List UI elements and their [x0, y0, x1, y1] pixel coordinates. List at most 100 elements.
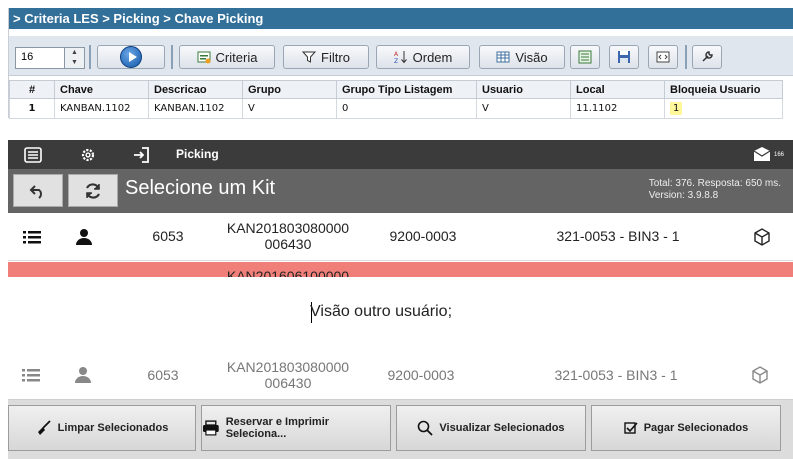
pay-selected-button[interactable]: Pagar Selecionados: [591, 405, 781, 451]
checkbox-icon: [624, 422, 638, 434]
sort-az-icon: AZ: [394, 51, 407, 64]
printer-icon: [202, 420, 219, 436]
toolbar-divider: [171, 45, 173, 69]
column-header[interactable]: Local: [570, 80, 665, 99]
user-icon[interactable]: [76, 228, 92, 245]
kit-code-line2: 006430: [264, 236, 312, 252]
list-icon[interactable]: [22, 367, 40, 383]
ordem-label: Ordem: [412, 49, 453, 65]
view-selected-button[interactable]: Visualizar Selecionados: [396, 405, 586, 451]
column-header[interactable]: Grupo: [242, 80, 337, 99]
view-selected-label: Visualizar Selecionados: [439, 422, 565, 434]
visao-label: Visão: [515, 49, 548, 65]
refresh-button[interactable]: [68, 174, 118, 207]
run-query-button[interactable]: [97, 45, 165, 69]
app-version: Version: 3.9.8.8: [648, 190, 719, 201]
filter-icon: [302, 51, 317, 63]
criteria-label: Criteria: [215, 49, 258, 65]
desktop-app-panel: > Criteria LES > Picking > Chave Picking…: [8, 8, 793, 119]
filtro-button[interactable]: Filtro: [283, 45, 369, 69]
caption-text: Visão outro usuário;: [310, 303, 453, 320]
column-header[interactable]: Bloqueia Usuario: [664, 80, 783, 99]
gear-icon: [81, 148, 95, 161]
ordem-button[interactable]: AZ Ordem: [376, 45, 470, 69]
reserve-print-label: Reservar e Imprimir Seleciona...: [225, 416, 330, 440]
save-icon: [618, 51, 630, 63]
list-icon[interactable]: [23, 229, 41, 245]
grid-view-icon: [496, 51, 510, 63]
table-row[interactable]: 1 KANBAN.1102 KANBAN.1102 V 0 V 11.1102 …: [9, 98, 783, 119]
nav-title: Picking: [176, 147, 219, 161]
kit-code-line1: KAN201803080000: [226, 359, 350, 375]
data-grid: # Chave Descricao Grupo Grupo Tipo Lista…: [9, 80, 793, 119]
visao-button[interactable]: Visão: [479, 45, 565, 69]
stats-total: Total: 376. Resposta: 650 ms.: [648, 178, 781, 189]
refresh-icon: [85, 182, 101, 199]
search-icon: [418, 420, 434, 436]
list-item-selected[interactable]: KAN201606100000: [8, 262, 793, 277]
play-icon: [120, 46, 142, 68]
page-size-value: 16: [21, 51, 34, 63]
back-button[interactable]: [13, 174, 63, 207]
kit-code-line1: KAN201803080000: [226, 220, 350, 236]
code-icon: [656, 51, 670, 63]
save-button[interactable]: [609, 45, 639, 69]
toolbar-divider: [685, 45, 687, 69]
stepper-arrows-icon[interactable]: ▲ ▼: [64, 48, 84, 68]
kit-location: 321-0053 - BIN3 - 1: [554, 367, 678, 383]
reserve-print-button[interactable]: Reservar e Imprimir Seleciona...: [201, 405, 391, 451]
kit-location: 321-0053 - BIN3 - 1: [556, 228, 680, 244]
wrench-icon: [702, 51, 713, 62]
column-header[interactable]: Descricao: [148, 80, 243, 99]
svg-text:A: A: [394, 51, 399, 58]
column-header[interactable]: Grupo Tipo Listagem: [336, 80, 477, 99]
user-icon[interactable]: [75, 366, 91, 383]
svg-text:Z: Z: [394, 58, 398, 64]
sign-in-icon: [134, 146, 149, 163]
settings-tool-button[interactable]: [692, 45, 722, 69]
message-count-badge: 166: [773, 151, 784, 158]
message-icon: [753, 146, 771, 161]
kit-code-line1: KAN201606100000: [226, 268, 350, 277]
column-header[interactable]: Usuario: [476, 80, 571, 99]
highlighted-value: 1: [670, 102, 683, 115]
export-button[interactable]: [570, 45, 600, 69]
column-header[interactable]: #: [9, 80, 55, 99]
undo-arrow-icon: [29, 184, 42, 199]
mobile-kit-screen: Picking 166 Selecione um Kit Total: 376.…: [8, 140, 793, 277]
clear-selected-button[interactable]: Limpar Selecionados: [8, 405, 196, 451]
mobile-other-user-screen: 6053 KAN201803080000 006430 9200-0003 32…: [8, 350, 793, 459]
menu-button[interactable]: [8, 140, 58, 169]
kit-code: KAN201803080000 006430: [218, 359, 358, 391]
mobile-header: Selecione um Kit Total: 376. Resposta: 6…: [8, 169, 793, 213]
column-header[interactable]: Chave: [54, 80, 149, 99]
part-number: 9200-0003: [387, 367, 455, 383]
kit-number: 6053: [152, 228, 184, 244]
row-number: 1: [9, 98, 55, 119]
toolbar-divider: [89, 45, 91, 69]
messages-button[interactable]: 166: [743, 140, 793, 169]
toolbar: 16 ▲ ▼ Criteria Filtro AZ Ordem Visão: [9, 36, 793, 76]
table-cell: V: [476, 98, 571, 119]
page-size-stepper[interactable]: 16 ▲ ▼: [15, 47, 85, 69]
export-sheet-icon: [578, 50, 592, 64]
breadcrumb: > Criteria LES > Picking > Chave Picking: [9, 8, 793, 29]
embed-code-button[interactable]: [648, 45, 678, 69]
package-icon[interactable]: [751, 366, 769, 384]
list-item[interactable]: 6053 KAN201803080000 006430 9200-0003 32…: [8, 213, 793, 261]
package-icon[interactable]: [753, 228, 771, 246]
criteria-button[interactable]: Criteria: [179, 45, 275, 69]
kit-number: 6053: [147, 367, 179, 383]
table-cell: 11.1102: [570, 98, 665, 119]
list-item[interactable]: 6053 KAN201803080000 006430 9200-0003 32…: [8, 350, 793, 400]
table-cell: KANBAN.1102: [54, 98, 149, 119]
broom-icon: [37, 420, 51, 435]
logout-button[interactable]: [116, 140, 166, 169]
table-cell: V: [242, 98, 337, 119]
mobile-nav-bar: Picking 166: [8, 140, 793, 169]
grid-header-row: # Chave Descricao Grupo Grupo Tipo Lista…: [9, 80, 783, 99]
screen-title: Selecione um Kit: [125, 177, 276, 199]
kit-code-line2: 006430: [264, 375, 312, 391]
table-cell: 1: [664, 98, 783, 119]
settings-button[interactable]: [63, 140, 113, 169]
